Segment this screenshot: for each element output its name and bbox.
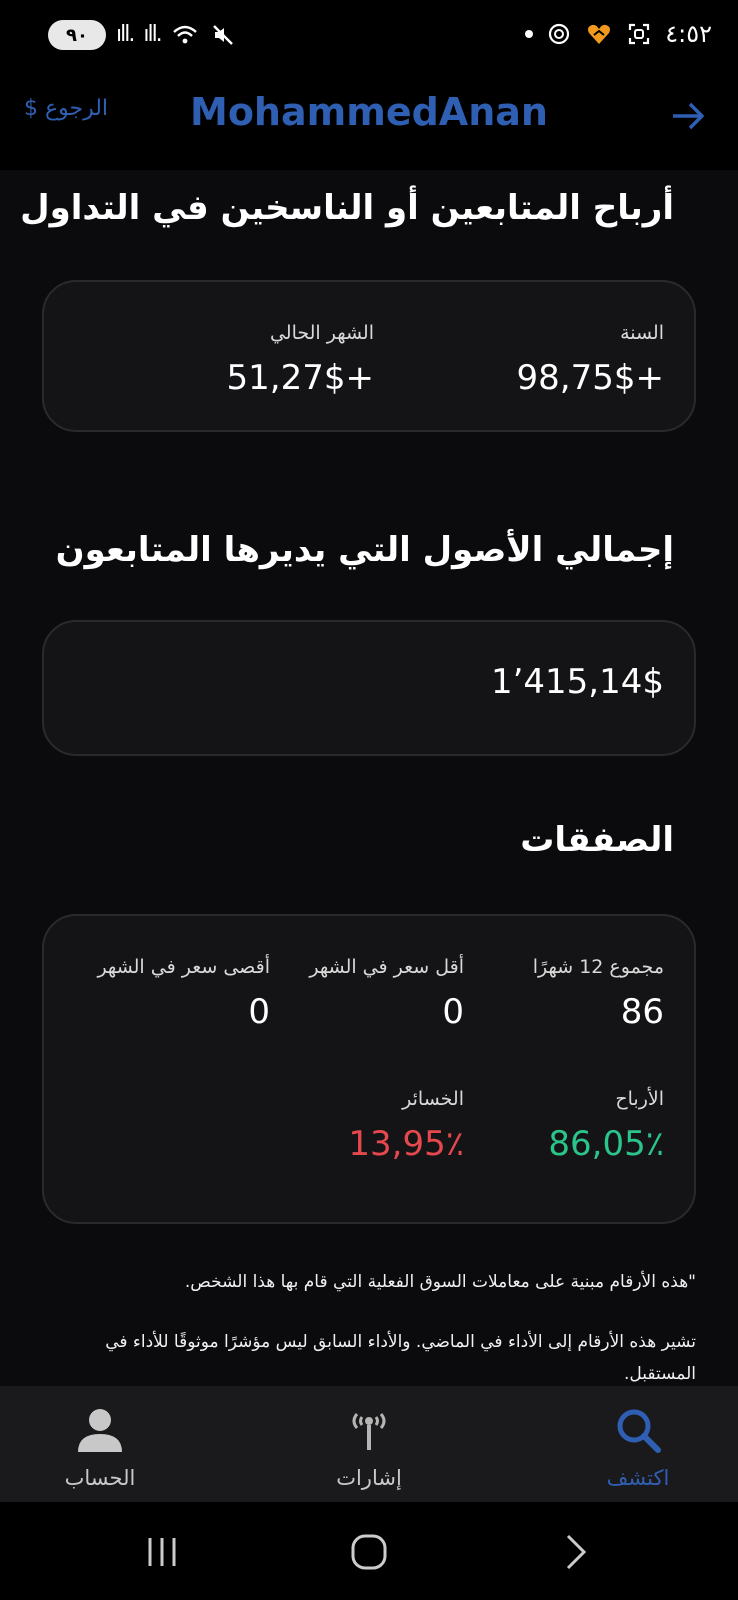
assets-title: إجمالي الأصول التي يديرها المتابعون	[55, 530, 674, 570]
profit-stat: الأرباح 86,05٪	[548, 1088, 664, 1164]
profits-card: السنة +98,75$ الشهر الحالي +51,27$	[42, 280, 696, 432]
year-stat: السنة +98,75$	[517, 322, 664, 398]
disclaimer-line-1: "هذه الأرقام مبنية على معاملات السوق الف…	[184, 1272, 696, 1292]
back-chevron-icon[interactable]	[554, 1532, 598, 1572]
nav-signals[interactable]: إشارات	[289, 1404, 449, 1490]
year-value: +98,75$	[516, 358, 664, 398]
user-icon	[74, 1404, 126, 1456]
trades-card: مجموع 12 شهرًا 86 أقل سعر في الشهر 0 أقص…	[42, 914, 696, 1224]
app-header: الرجوع $ MohammedAnan	[0, 70, 738, 170]
chatgpt-icon	[545, 20, 573, 48]
loss-label: الخسائر	[402, 1088, 464, 1110]
signal-2-icon: ıll.	[143, 22, 162, 47]
year-label: السنة	[620, 322, 664, 344]
signal-icon: ıll.	[116, 22, 135, 47]
screen: ٩٠ ıll. ıll. ٤:٥٢ الرجوع $ MohammedAnan …	[0, 0, 738, 1600]
nav-explore[interactable]: اكتشف	[558, 1404, 718, 1490]
disclaimer-line-2: تشير هذه الأرقام إلى الأداء في الماضي. و…	[105, 1332, 696, 1384]
profit-label: الأرباح	[615, 1088, 664, 1110]
max-value: 0	[248, 992, 270, 1032]
total-label: مجموع 12 شهرًا	[532, 956, 664, 978]
notification-dot-icon	[525, 30, 534, 38]
nav-signals-label: إشارات	[336, 1466, 402, 1490]
bottom-nav: اكتشف إشارات الحساب	[0, 1386, 738, 1502]
min-label: أقل سعر في الشهر	[309, 956, 464, 978]
antenna-icon	[343, 1404, 395, 1456]
min-value: 0	[442, 992, 464, 1032]
profits-title: أرباح المتابعين أو الناسخين في التداول	[20, 188, 674, 228]
nav-account[interactable]: الحساب	[20, 1404, 180, 1490]
status-right: ٤:٥٢	[525, 20, 712, 48]
status-bar: ٩٠ ıll. ıll. ٤:٥٢	[0, 0, 738, 70]
mute-icon	[209, 21, 237, 49]
status-left: ٩٠ ıll. ıll.	[48, 20, 237, 50]
max-label: أقصى سعر في الشهر	[97, 956, 270, 978]
month-label: الشهر الحالي	[269, 322, 374, 344]
arrow-right-icon[interactable]	[668, 96, 708, 136]
assets-card: 1٬415,14$	[42, 620, 696, 756]
assets-value: 1٬415,14$	[490, 662, 664, 702]
nav-explore-label: اكتشف	[606, 1466, 670, 1490]
min-stat: أقل سعر في الشهر 0	[309, 956, 464, 1032]
system-nav	[0, 1502, 738, 1600]
trades-title: الصفقات	[520, 820, 674, 860]
profit-value: 86,05٪	[548, 1124, 664, 1164]
month-value: +51,27$	[226, 358, 374, 398]
wifi-icon	[171, 21, 199, 49]
assets-stat: 1٬415,14$	[491, 662, 664, 702]
loss-stat: الخسائر 13,95٪	[348, 1088, 464, 1164]
total-value: 86	[620, 992, 664, 1032]
recents-icon[interactable]	[140, 1532, 184, 1572]
app-heart-icon	[585, 20, 613, 48]
search-icon	[612, 1404, 664, 1456]
home-icon[interactable]	[347, 1532, 391, 1572]
clock: ٤:٥٢	[665, 20, 712, 48]
screenshot-icon	[625, 20, 653, 48]
loss-value: 13,95٪	[348, 1124, 464, 1164]
month-stat: الشهر الحالي +51,27$	[227, 322, 374, 398]
max-stat: أقصى سعر في الشهر 0	[97, 956, 270, 1032]
total-stat: مجموع 12 شهرًا 86	[533, 956, 664, 1032]
battery-indicator: ٩٠	[48, 20, 106, 50]
nav-account-label: الحساب	[64, 1466, 136, 1490]
page-title: MohammedAnan	[190, 90, 548, 134]
